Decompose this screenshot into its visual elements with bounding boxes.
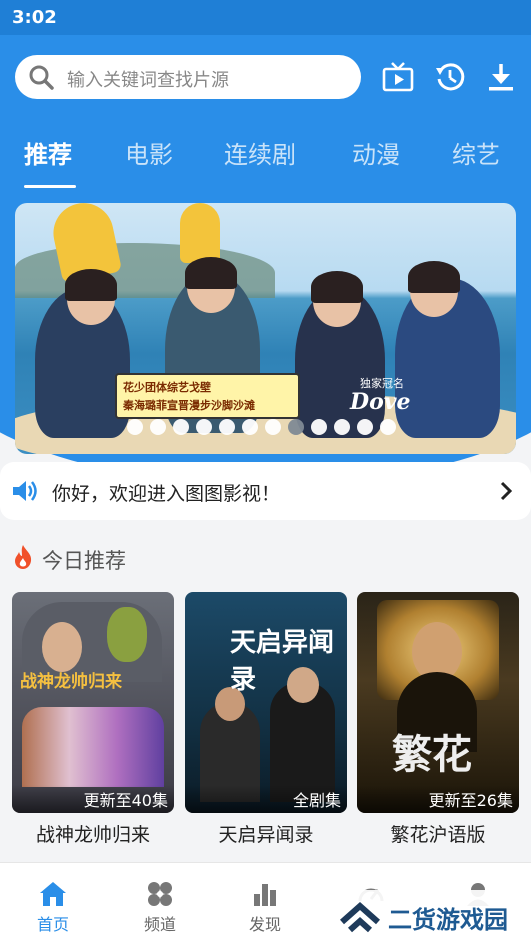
carousel-dot[interactable]: [311, 419, 327, 435]
carousel-dot[interactable]: [127, 419, 143, 435]
bar-chart-icon: [254, 884, 276, 906]
tab-variety[interactable]: 综艺: [452, 135, 500, 170]
tv-icon[interactable]: [381, 60, 415, 94]
section-header: 今日推荐: [0, 538, 531, 578]
carousel-dot[interactable]: [357, 419, 373, 435]
carousel-dot[interactable]: [380, 419, 396, 435]
tab-anime[interactable]: 动漫: [352, 135, 400, 170]
search-input[interactable]: 输入关键词查找片源: [15, 55, 361, 99]
banner-brand-logo: Dove: [350, 389, 411, 415]
grid-icon: [148, 882, 172, 906]
video-card[interactable]: 繁花 更新至26集 繁花沪语版: [357, 592, 519, 852]
episode-badge: 更新至40集: [12, 785, 174, 813]
tab-recommend[interactable]: 推荐: [24, 135, 72, 170]
banner-promo-label: 花少团体综艺戈壁 秦海璐菲宣晋漫步沙脚沙滩: [115, 373, 300, 419]
episode-badge: 更新至26集: [357, 785, 519, 813]
carousel-dot[interactable]: [219, 419, 235, 435]
poster-title-art: 战神龙帅归来: [20, 672, 122, 692]
card-title: 天启异闻录: [218, 824, 314, 846]
fire-icon: [15, 545, 32, 569]
nav-label: 首页: [36, 915, 69, 934]
carousel-dot[interactable]: [334, 419, 350, 435]
carousel-dots: [127, 419, 396, 435]
notice-bar[interactable]: 你好，欢迎进入图图影视！: [0, 462, 531, 520]
status-bar: 3:02: [0, 0, 531, 35]
nav-label: 发现: [248, 915, 281, 934]
carousel-dot[interactable]: [242, 419, 258, 435]
tab-series[interactable]: 连续剧: [224, 135, 296, 170]
banner-carousel[interactable]: 花少团体综艺戈壁 秦海璐菲宣晋漫步沙脚沙滩 独家冠名 Dove: [15, 203, 516, 454]
carousel-dot[interactable]: [196, 419, 212, 435]
notice-text: 你好，欢迎进入图图影视！: [52, 483, 281, 505]
video-card[interactable]: 战神龙帅归来 更新至40集 战神龙帅归来: [12, 592, 174, 852]
episode-badge: 全剧集: [185, 785, 347, 813]
chevron-right-icon: [500, 481, 513, 501]
carousel-dot[interactable]: [150, 419, 166, 435]
tab-movies[interactable]: 电影: [125, 135, 173, 170]
speaker-icon: [13, 481, 37, 501]
watermark-logo-icon: [340, 901, 380, 933]
nav-channels[interactable]: 频道: [125, 881, 195, 935]
section-title: 今日推荐: [42, 549, 126, 573]
poster-title-art: 天启异闻录: [230, 628, 335, 695]
card-title: 繁花沪语版: [390, 824, 486, 846]
poster[interactable]: 天启异闻录 全剧集: [185, 592, 347, 813]
video-card[interactable]: 天启异闻录 全剧集 天启异闻录: [185, 592, 347, 852]
watermark: 二货游戏园: [330, 890, 531, 944]
carousel-dot[interactable]: [288, 419, 304, 435]
status-time: 3:02: [12, 7, 57, 28]
history-icon[interactable]: [433, 60, 467, 94]
category-tabs: 推荐 电影 连续剧 动漫 综艺: [0, 130, 531, 190]
home-icon: [40, 882, 66, 906]
watermark-text: 二货游戏园: [388, 906, 508, 934]
poster-title-art: 繁花: [392, 731, 472, 778]
search-icon: [29, 65, 54, 90]
nav-home[interactable]: 首页: [18, 881, 88, 935]
poster[interactable]: 战神龙帅归来 更新至40集: [12, 592, 174, 813]
carousel-dot[interactable]: [173, 419, 189, 435]
poster[interactable]: 繁花 更新至26集: [357, 592, 519, 813]
search-placeholder: 输入关键词查找片源: [67, 70, 229, 91]
card-title: 战神龙帅归来: [35, 824, 150, 846]
tab-active-indicator: [24, 185, 76, 188]
nav-label: 频道: [143, 915, 176, 934]
download-icon[interactable]: [484, 60, 518, 94]
nav-discover[interactable]: 发现: [230, 881, 300, 935]
carousel-dot[interactable]: [265, 419, 281, 435]
